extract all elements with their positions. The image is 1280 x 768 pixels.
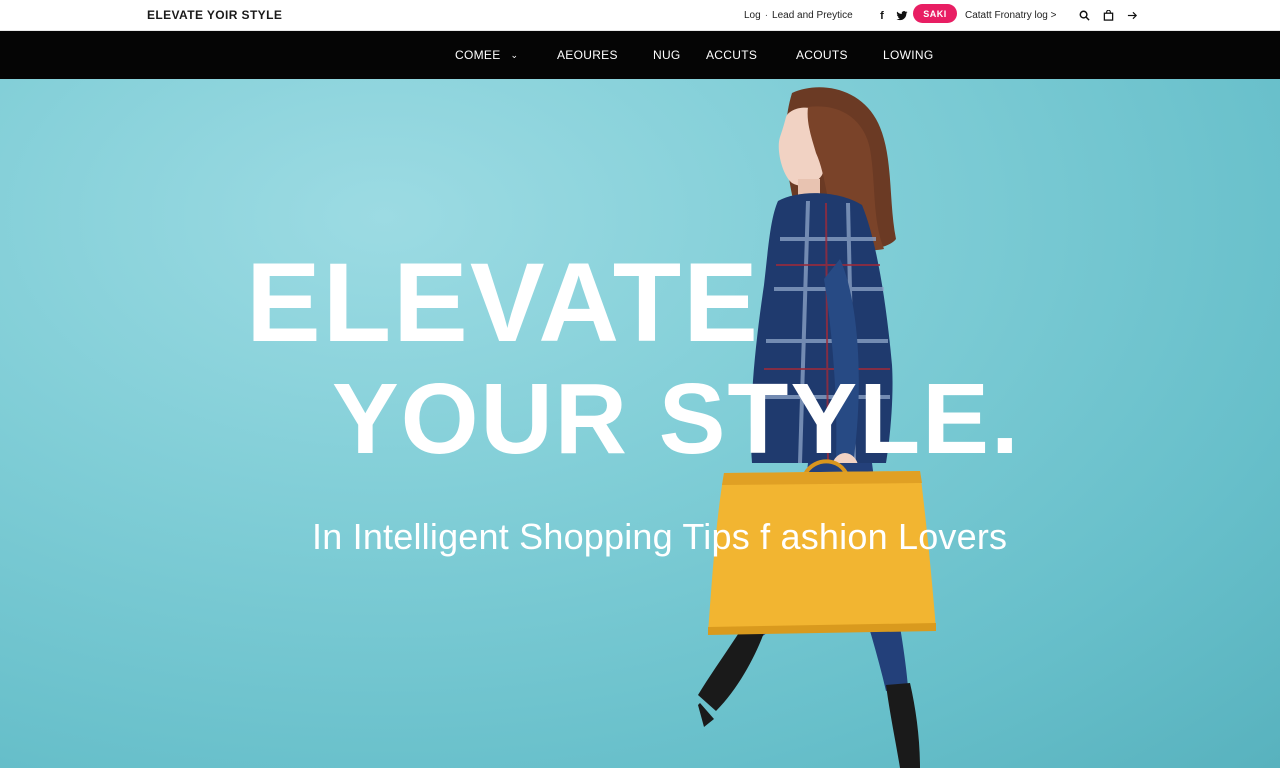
nav-item-aeoures[interactable]: AEOURES: [557, 31, 618, 79]
hero-headline-line1: ELEVATE: [246, 240, 760, 365]
nav-item-label: ACCUTS: [706, 48, 758, 62]
login-link[interactable]: Log: [744, 10, 761, 21]
nav-item-lowing[interactable]: LOWING: [883, 31, 933, 79]
util-separator: ·: [764, 10, 769, 21]
nav-item-comee[interactable]: COMEE ⌄: [455, 31, 518, 79]
twitter-icon[interactable]: [896, 10, 908, 22]
arrow-right-icon[interactable]: [1125, 9, 1139, 23]
hero-headline-line2: YOUR STYLE.: [332, 363, 1021, 475]
util-links: Log · Lead and Preytice: [744, 0, 853, 31]
nav-item-label: COMEE: [455, 48, 501, 62]
nav-item-label: ACOUTS: [796, 48, 848, 62]
nav-item-label: NUG: [653, 48, 681, 62]
header-tools: [1077, 0, 1139, 31]
nav-item-acouts[interactable]: ACOUTS: [796, 31, 848, 79]
top-utility-bar: ELEVATE YOIR STYLE Log · Lead and Preyti…: [0, 0, 1280, 31]
nav-item-accuts[interactable]: ACCUTS: [706, 31, 757, 79]
brand-logo[interactable]: ELEVATE YOIR STYLE: [147, 8, 282, 22]
cta-button[interactable]: SAKI: [913, 4, 957, 23]
lead-link[interactable]: Lead and Preytice: [772, 10, 853, 21]
facebook-icon[interactable]: f: [876, 10, 888, 22]
hero-subtitle: In Intelligent Shopping Tips f ashion Lo…: [312, 516, 1008, 557]
nav-item-label: LOWING: [883, 48, 934, 62]
search-icon[interactable]: [1077, 9, 1091, 23]
hero-banner: ELEVATE YOUR STYLE. In Intelligent Shopp…: [0, 79, 1280, 768]
nav-item-nug[interactable]: NUG: [653, 31, 681, 79]
bag-icon[interactable]: [1101, 9, 1115, 23]
social-links: f: [876, 0, 908, 31]
nav-item-label: AEOURES: [557, 48, 618, 62]
account-link[interactable]: Catatt Fronatry log >: [965, 0, 1056, 31]
main-nav: COMEE ⌄ AEOURES NUG ACCUTS ACOUTS LOWING: [0, 31, 1280, 79]
chevron-down-icon: ⌄: [510, 49, 519, 60]
